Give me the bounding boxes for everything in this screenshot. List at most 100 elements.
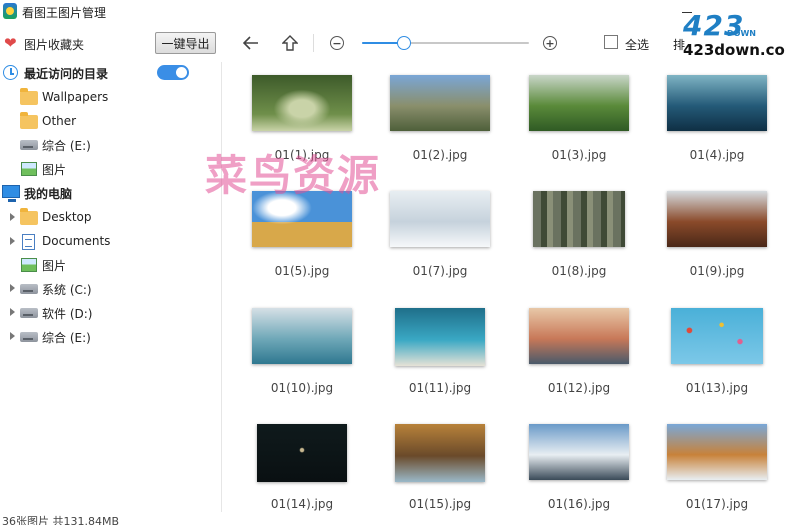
title-bar: 看图王图片管理 xyxy=(0,0,786,26)
image-thumbnail[interactable] xyxy=(395,424,485,482)
clock-icon xyxy=(3,65,18,80)
sidebar-item-label: 综合 (E:) xyxy=(42,139,91,153)
image-filename: 01(16).jpg xyxy=(547,497,611,511)
image-thumbnail[interactable] xyxy=(529,75,629,131)
sort-label[interactable]: 排 xyxy=(673,36,685,53)
image-thumbnail[interactable] xyxy=(667,191,767,247)
zoom-out-icon[interactable]: − xyxy=(330,36,344,50)
sidebar-item-pictures[interactable]: 图片 xyxy=(0,254,221,276)
drive-icon xyxy=(20,284,38,294)
expand-arrow-icon[interactable] xyxy=(10,213,15,221)
computer-icon xyxy=(2,185,20,202)
sidebar-item-drive-c[interactable]: 系统 (C:) xyxy=(0,278,221,300)
export-button[interactable]: 一键导出 xyxy=(155,32,216,54)
image-filename: 01(15).jpg xyxy=(408,497,472,511)
image-tile[interactable]: 01(10).jpg xyxy=(233,295,371,407)
sidebar-item-drive-e-recent[interactable]: 综合 (E:) xyxy=(0,134,221,156)
image-thumbnail[interactable] xyxy=(252,308,352,364)
recent-header[interactable]: 最近访问的目录 xyxy=(0,62,221,84)
folder-icon xyxy=(20,88,38,105)
sidebar-item-label: 图片 xyxy=(42,259,67,273)
image-thumbnail[interactable] xyxy=(667,75,767,131)
recent-toggle[interactable] xyxy=(157,65,189,80)
image-filename: 01(11).jpg xyxy=(408,381,472,395)
image-filename: 01(14).jpg xyxy=(270,497,334,511)
image-tile[interactable]: 01(9).jpg xyxy=(648,178,786,290)
watermark-overlay-text: 菜鸟资源 xyxy=(205,151,382,200)
select-all-checkbox[interactable] xyxy=(604,35,618,49)
sidebar-item-label: Other xyxy=(42,114,77,128)
status-bar: 36张图片 共131.84MB xyxy=(0,512,786,525)
toggle-knob xyxy=(176,67,187,78)
image-tile[interactable]: 01(11).jpg xyxy=(371,295,509,407)
picture-icon xyxy=(21,258,37,272)
favorites-label[interactable]: 图片收藏夹 xyxy=(24,36,84,53)
zoom-in-icon[interactable]: + xyxy=(543,36,557,50)
image-thumbnail[interactable] xyxy=(529,424,629,480)
sidebar-item-drive-d[interactable]: 软件 (D:) xyxy=(0,302,221,324)
image-filename: 01(7).jpg xyxy=(412,264,468,278)
drive-icon xyxy=(20,140,38,150)
sidebar-item-pictures-recent[interactable]: 图片 xyxy=(0,158,221,180)
image-tile[interactable]: 01(13).jpg xyxy=(648,295,786,407)
expand-arrow-icon[interactable] xyxy=(10,237,15,245)
image-thumbnail[interactable] xyxy=(671,308,763,364)
image-thumbnail[interactable] xyxy=(529,308,629,364)
image-tile[interactable]: 01(4).jpg xyxy=(648,62,786,174)
image-filename: 01(8).jpg xyxy=(551,264,607,278)
recent-header-label: 最近访问的目录 xyxy=(24,67,109,81)
image-tile[interactable]: 01(2).jpg xyxy=(371,62,509,174)
image-tile[interactable]: 01(12).jpg xyxy=(510,295,648,407)
my-computer-label: 我的电脑 xyxy=(24,187,73,201)
image-thumbnail[interactable] xyxy=(390,191,490,247)
expand-arrow-icon[interactable] xyxy=(10,332,15,340)
toolbar: ❤ 图片收藏夹 一键导出 − + 全选 排 xyxy=(0,26,786,62)
select-all-label[interactable]: 全选 xyxy=(625,36,649,53)
image-tile[interactable]: 01(7).jpg xyxy=(371,178,509,290)
heart-icon[interactable]: ❤ xyxy=(4,36,18,51)
image-tile[interactable]: 01(17).jpg xyxy=(648,411,786,512)
sidebar-item-label: 综合 (E:) xyxy=(42,331,91,345)
sidebar-item-label: Desktop xyxy=(42,210,92,224)
sidebar-item-label: Wallpapers xyxy=(42,90,109,104)
expand-arrow-icon[interactable] xyxy=(10,308,15,316)
sidebar-item-drive-e[interactable]: 综合 (E:) xyxy=(0,326,221,348)
image-tile[interactable]: 01(3).jpg xyxy=(510,62,648,174)
sidebar-item-label: 系统 (C:) xyxy=(42,283,92,297)
expand-arrow-icon[interactable] xyxy=(10,284,15,292)
image-tile[interactable]: 01(14).jpg xyxy=(233,411,371,512)
zoom-slider[interactable] xyxy=(362,36,529,50)
sidebar-item-label: Documents xyxy=(42,234,111,248)
picture-icon xyxy=(21,162,37,176)
image-thumbnail[interactable] xyxy=(533,191,625,247)
image-filename: 01(3).jpg xyxy=(551,148,607,162)
sidebar-item-label: 软件 (D:) xyxy=(42,307,93,321)
folder-icon xyxy=(20,112,38,129)
back-arrow-icon[interactable] xyxy=(242,34,260,52)
sidebar-item-wallpapers[interactable]: Wallpapers xyxy=(0,87,221,109)
zoom-slider-thumb[interactable] xyxy=(396,36,411,50)
image-tile[interactable]: 01(8).jpg xyxy=(510,178,648,290)
image-thumbnail[interactable] xyxy=(395,308,485,366)
app-logo-icon xyxy=(3,3,17,19)
toolbar-divider xyxy=(313,34,314,52)
image-filename: 01(10).jpg xyxy=(270,381,334,395)
image-filename: 01(9).jpg xyxy=(689,264,745,278)
folder-icon xyxy=(20,208,38,225)
image-thumbnail[interactable] xyxy=(252,75,352,131)
image-grid: 01(1).jpg 01(2).jpg 01(3).jpg 01(4).jpg 01(5… xyxy=(223,62,786,512)
document-icon xyxy=(22,234,35,250)
drive-icon xyxy=(20,332,38,342)
my-computer-header[interactable]: 我的电脑 xyxy=(0,182,221,204)
image-tile[interactable]: 01(15).jpg xyxy=(371,411,509,512)
image-tile[interactable]: 01(16).jpg xyxy=(510,411,648,512)
image-thumbnail[interactable] xyxy=(390,75,490,131)
sidebar-item-documents[interactable]: Documents xyxy=(0,231,221,253)
image-thumbnail[interactable] xyxy=(257,424,347,482)
up-arrow-icon[interactable] xyxy=(281,34,299,52)
image-thumbnail[interactable] xyxy=(667,424,767,480)
sidebar-item-other[interactable]: Other xyxy=(0,111,221,133)
drive-icon xyxy=(20,308,38,318)
status-text: 36张图片 共131.84MB xyxy=(2,515,120,525)
sidebar-item-desktop[interactable]: Desktop xyxy=(0,207,221,229)
